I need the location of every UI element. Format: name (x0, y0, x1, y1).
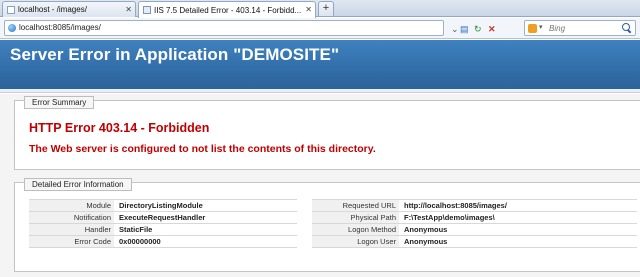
detail-label: Module (29, 200, 114, 211)
detail-table-left: Module DirectoryListingModule Notificati… (29, 199, 297, 248)
address-url: localhost:8085/images/ (19, 23, 101, 32)
page-title: Server Error in Application "DEMOSITE" (10, 45, 340, 64)
tab-title: IIS 7.5 Detailed Error - 403.14 - Forbid… (154, 5, 302, 15)
error-summary-legend: Error Summary (24, 96, 95, 109)
detail-row-logon-user: Logon User Anonymous (312, 236, 637, 248)
close-icon[interactable]: ✕ (305, 5, 312, 14)
detail-row-logon-method: Logon Method Anonymous (312, 224, 637, 236)
bing-icon[interactable] (528, 24, 537, 33)
error-description: The Web server is configured to not list… (29, 143, 376, 155)
detail-row-module: Module DirectoryListingModule (29, 200, 297, 212)
tab-bar: localhost - /images/ ✕ IIS 7.5 Detailed … (0, 0, 640, 18)
search-input[interactable] (549, 22, 619, 34)
page-header: Server Error in Application "DEMOSITE" (0, 40, 640, 89)
search-icon[interactable] (622, 23, 632, 33)
detail-label: Logon User (312, 236, 399, 247)
detail-row-requested-url: Requested URL http://localhost:8085/imag… (312, 200, 637, 212)
detail-value: http://localhost:8085/images/ (404, 201, 507, 210)
detail-value: F:\TestApp\demo\images\ (404, 213, 495, 222)
detail-value: DirectoryListingModule (119, 201, 203, 210)
detailed-error-legend: Detailed Error Information (24, 178, 132, 191)
header-divider (0, 89, 640, 93)
stop-icon[interactable]: ✕ (488, 24, 496, 34)
detail-row-physical-path: Physical Path F:\TestApp\demo\images\ (312, 212, 637, 224)
detail-label: Requested URL (312, 200, 399, 211)
page-icon (143, 6, 151, 14)
detail-label: Error Code (29, 236, 114, 247)
detail-value: ExecuteRequestHandler (119, 213, 206, 222)
detail-value: Anonymous (404, 237, 448, 246)
detail-row-notification: Notification ExecuteRequestHandler (29, 212, 297, 224)
compatibility-view-icon[interactable]: ▤ (460, 24, 469, 34)
tab-directory-listing[interactable]: localhost - /images/ ✕ (2, 1, 136, 17)
detail-row-error-code: Error Code 0x00000000 (29, 236, 297, 248)
new-tab-button[interactable]: + (318, 1, 334, 16)
detail-value: Anonymous (404, 225, 448, 234)
error-summary-panel: Error Summary HTTP Error 403.14 - Forbid… (14, 96, 640, 170)
close-icon[interactable]: ✕ (125, 5, 132, 14)
detail-row-handler: Handler StaticFile (29, 224, 297, 236)
search-dropdown-icon[interactable]: ⌄ (451, 24, 459, 34)
tab-title: localhost - /images/ (18, 5, 87, 14)
navigation-bar: localhost:8085/images/ ⌄ ▤ ↻ ✕ ▾ (0, 18, 640, 39)
detail-label: Notification (29, 212, 114, 223)
error-title: HTTP Error 403.14 - Forbidden (29, 121, 210, 135)
detail-label: Handler (29, 224, 114, 235)
detail-label: Logon Method (312, 224, 399, 235)
tab-error-page[interactable]: IIS 7.5 Detailed Error - 403.14 - Forbid… (138, 1, 316, 18)
address-bar[interactable]: localhost:8085/images/ (4, 20, 444, 36)
detailed-error-panel: Detailed Error Information Module Direct… (14, 178, 640, 272)
detail-value: StaticFile (119, 225, 153, 234)
page-icon (7, 5, 15, 14)
refresh-icon[interactable]: ↻ (474, 24, 482, 34)
detail-table-right: Requested URL http://localhost:8085/imag… (312, 199, 637, 248)
globe-icon (8, 24, 16, 32)
search-box[interactable]: ▾ (524, 20, 636, 36)
search-provider-dropdown-icon[interactable]: ▾ (539, 23, 543, 31)
content-area: Error Summary HTTP Error 403.14 - Forbid… (0, 94, 640, 277)
detail-value: 0x00000000 (119, 237, 161, 246)
detail-label: Physical Path (312, 212, 399, 223)
